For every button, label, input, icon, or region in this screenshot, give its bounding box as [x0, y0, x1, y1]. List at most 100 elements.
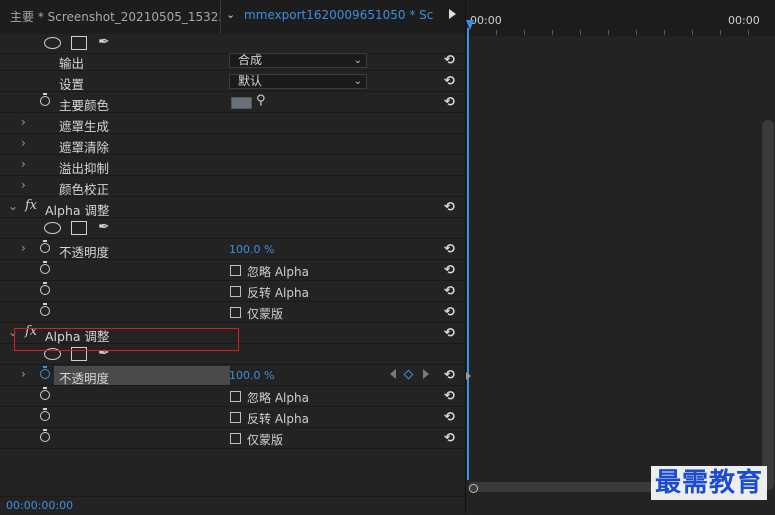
- end-timecode: 00:00: [728, 14, 760, 27]
- time-ruler[interactable]: 00:00 00:00: [466, 0, 775, 36]
- ignore-alpha-row: 忽略 Alpha ⟲: [0, 387, 465, 407]
- reset-icon[interactable]: ⟲: [444, 389, 455, 404]
- alpha-adjust-label: Alpha 调整: [45, 203, 110, 218]
- mask-tools-row: ✒: [0, 219, 465, 239]
- color-correct-row[interactable]: › 颜色校正: [0, 177, 465, 197]
- tab-source-clip[interactable]: 主要 * Screenshot_20210505_153231.jpg: [10, 8, 220, 25]
- ignore-alpha-checkbox[interactable]: [230, 391, 241, 402]
- mask-only-row: 仅蒙版 ⟲: [0, 429, 465, 449]
- output-dropdown[interactable]: 合成 ⌄: [229, 53, 367, 68]
- output-row: 输出 合成 ⌄ ⟲: [0, 51, 465, 71]
- ignore-alpha-row: 忽略 Alpha ⟲: [0, 261, 465, 281]
- settings-value: 默认: [238, 74, 263, 88]
- add-keyframe-icon[interactable]: [403, 369, 414, 380]
- chevron-down-icon: ⌄: [353, 76, 362, 87]
- chevron-right-icon[interactable]: ›: [21, 367, 26, 381]
- reset-icon[interactable]: ⟲: [444, 74, 455, 89]
- chevron-right-icon[interactable]: ›: [21, 241, 26, 255]
- reset-icon[interactable]: ⟲: [444, 410, 455, 425]
- stopwatch-icon[interactable]: [40, 387, 50, 400]
- chevron-down-icon: ⌄: [353, 55, 362, 66]
- playhead-line[interactable]: [467, 28, 469, 480]
- opacity-value[interactable]: 100.0 %: [229, 369, 274, 382]
- mask-only-checkbox[interactable]: [230, 433, 241, 444]
- main-color-label: 主要颜色: [59, 98, 110, 113]
- tab-active-clip[interactable]: mmexport1620009651050 * Screens...: [244, 8, 434, 22]
- rectangle-mask-icon[interactable]: [71, 36, 87, 50]
- matte-gen-row[interactable]: › 遮罩生成: [0, 114, 465, 134]
- reset-icon[interactable]: ⟲: [444, 284, 455, 299]
- settings-dropdown[interactable]: 默认 ⌄: [229, 74, 367, 89]
- keyframe-marker-icon[interactable]: [466, 372, 471, 380]
- invert-alpha-label: 反转 Alpha: [247, 286, 309, 300]
- pen-mask-icon[interactable]: ✒: [98, 219, 110, 235]
- invert-alpha-row: 反转 Alpha ⟲: [0, 282, 465, 302]
- mask-only-checkbox[interactable]: [230, 307, 241, 318]
- panel-tabs: 主要 * Screenshot_20210505_153231.jpg ⌄ mm…: [0, 0, 465, 35]
- chevron-right-icon[interactable]: ›: [21, 178, 26, 192]
- settings-label: 设置: [59, 77, 85, 92]
- chevron-right-icon[interactable]: ›: [21, 157, 26, 171]
- eyedropper-icon[interactable]: ⚲: [256, 93, 266, 108]
- spill-row[interactable]: › 溢出抑制: [0, 156, 465, 176]
- stopwatch-icon[interactable]: [40, 429, 50, 442]
- output-value: 合成: [238, 53, 263, 67]
- ruler-tick: [496, 30, 497, 35]
- invert-alpha-checkbox[interactable]: [230, 412, 241, 423]
- stopwatch-icon[interactable]: [40, 93, 50, 106]
- prev-keyframe-icon[interactable]: [390, 369, 396, 379]
- ruler-tick: [552, 30, 553, 35]
- settings-row: 设置 默认 ⌄ ⟲: [0, 72, 465, 92]
- reset-icon[interactable]: ⟲: [444, 368, 455, 383]
- rectangle-mask-icon[interactable]: [71, 221, 87, 235]
- watermark-logo: 最需教育: [651, 466, 768, 500]
- reset-icon[interactable]: ⟲: [444, 242, 455, 257]
- reset-icon[interactable]: ⟲: [444, 305, 455, 320]
- current-timecode[interactable]: 00:00:00:00: [6, 499, 73, 512]
- play-icon[interactable]: [449, 9, 456, 19]
- ruler-tick: [524, 30, 525, 35]
- opacity-label: 不透明度: [59, 371, 110, 386]
- stopwatch-icon[interactable]: [40, 240, 50, 253]
- invert-alpha-checkbox[interactable]: [230, 286, 241, 297]
- color-correct-label: 颜色校正: [59, 182, 110, 197]
- reset-icon[interactable]: ⟲: [444, 95, 455, 110]
- next-keyframe-icon[interactable]: [423, 369, 429, 379]
- opacity-value[interactable]: 100.0 %: [229, 243, 274, 256]
- zoom-handle[interactable]: [469, 484, 478, 493]
- reset-icon[interactable]: ⟲: [444, 200, 455, 215]
- matte-clean-row[interactable]: › 遮罩清除: [0, 135, 465, 155]
- invert-alpha-label: 反转 Alpha: [247, 412, 309, 426]
- status-bar: 00:00:00:00: [0, 496, 465, 515]
- stopwatch-icon[interactable]: [40, 408, 50, 421]
- tab-divider: [220, 0, 221, 34]
- chevron-down-icon[interactable]: ⌄: [8, 199, 18, 213]
- color-swatch[interactable]: [231, 97, 252, 109]
- opacity-row-selected: › 不透明度 100.0 % ⟲: [0, 366, 465, 386]
- stopwatch-icon[interactable]: [40, 366, 50, 379]
- stopwatch-icon[interactable]: [40, 303, 50, 316]
- spill-label: 溢出抑制: [59, 161, 110, 176]
- reset-icon[interactable]: ⟲: [444, 431, 455, 446]
- matte-clean-label: 遮罩清除: [59, 140, 110, 155]
- fx-icon[interactable]: fx: [25, 198, 37, 213]
- reset-icon[interactable]: ⟲: [444, 53, 455, 68]
- pen-mask-icon[interactable]: ✒: [98, 34, 110, 50]
- stopwatch-icon[interactable]: [40, 282, 50, 295]
- ignore-alpha-label: 忽略 Alpha: [247, 265, 309, 279]
- ruler-tick: [580, 30, 581, 35]
- reset-icon[interactable]: ⟲: [444, 263, 455, 278]
- start-timecode: 00:00: [470, 14, 502, 27]
- alpha-adjust-header-1[interactable]: ⌄ fx Alpha 调整 ⟲: [0, 198, 465, 218]
- chevron-right-icon[interactable]: ›: [21, 115, 26, 129]
- ruler-tick: [636, 30, 637, 35]
- vertical-scrollbar[interactable]: [762, 120, 774, 490]
- ellipse-mask-icon[interactable]: [44, 37, 61, 49]
- chevron-right-icon[interactable]: ›: [21, 136, 26, 150]
- stopwatch-icon[interactable]: [40, 261, 50, 274]
- opacity-row: › 不透明度 100.0 % ⟲: [0, 240, 465, 260]
- chevron-down-icon[interactable]: ⌄: [226, 8, 235, 21]
- ignore-alpha-checkbox[interactable]: [230, 265, 241, 276]
- reset-icon[interactable]: ⟲: [444, 326, 455, 341]
- ellipse-mask-icon[interactable]: [44, 222, 61, 234]
